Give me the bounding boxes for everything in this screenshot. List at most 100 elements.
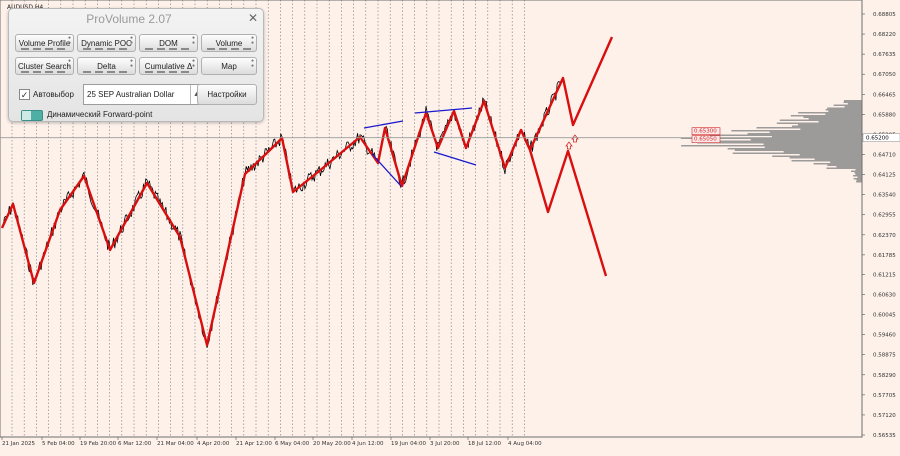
auto-select-checkbox[interactable]: ✓	[19, 89, 30, 100]
price-axis: 0.68805 0.68220 0.67635 0.67050 0.66465 0.658…	[691, 12, 900, 439]
chart-canvas[interactable]: 0.68805 0.68220 0.67635 0.67050 0.66465 0.658…	[0, 0, 900, 451]
volume-profile-bar	[789, 157, 862, 159]
volume-profile-bar	[681, 145, 862, 147]
volume-profile-bar	[836, 166, 862, 168]
volume-profile-bar	[818, 121, 862, 123]
time-tick-label: 4 Aug 04:00	[508, 441, 542, 447]
volume-profile-bar	[852, 175, 862, 177]
volume-profile-bar	[830, 161, 862, 163]
volume-profile-bar	[825, 113, 862, 115]
time-tick-label: 3 Jul 20:00	[430, 441, 460, 447]
volume-profile-bar	[731, 130, 862, 132]
dots-icon: ● ●	[67, 58, 71, 69]
price-tick-label: 0.65880	[873, 112, 896, 118]
volume-profile-bar	[747, 133, 862, 135]
settings-bar-icon	[83, 48, 130, 50]
provolume-panel[interactable]: ProVolume 2.07 ✕ Volume Profile ● ● Dynam…	[8, 8, 264, 122]
price-tick-label: 0.57120	[873, 413, 896, 419]
volume-profile-bar	[843, 100, 862, 102]
volume-profile-bar	[727, 148, 862, 150]
button-label: Volume Profile	[18, 39, 71, 48]
dom-button[interactable]: DOM ● ●	[139, 34, 198, 52]
dots-icon: ● ●	[250, 35, 254, 46]
volume-profile-bar	[769, 131, 862, 133]
settings-button[interactable]: Настройки	[197, 84, 257, 105]
button-label: Dynamic POC	[81, 39, 132, 48]
dots-icon: ● ●	[250, 58, 254, 69]
volume-profile-bar	[855, 169, 862, 171]
volume-profile-bar	[715, 140, 862, 142]
volume-profile-bar	[763, 143, 862, 145]
map-button[interactable]: Map ● ●	[201, 57, 257, 75]
dots-icon: ● ●	[129, 58, 133, 69]
settings-bar-icon	[145, 71, 192, 73]
auto-select-label: Автовыбор	[33, 90, 74, 99]
volume-profile-bar	[856, 179, 862, 181]
volume-profile-bar	[854, 172, 862, 174]
volume-profile-button[interactable]: Volume Profile ● ●	[15, 34, 74, 52]
volume-button[interactable]: Volume ● ●	[201, 34, 257, 52]
volume-profile-bar	[750, 139, 862, 141]
volume-profile-bar	[843, 101, 862, 103]
price-tick-label: 0.62955	[873, 213, 896, 219]
time-tick-label: 18 Jul 12:00	[468, 441, 501, 447]
volume-profile-bar	[813, 163, 862, 165]
price-tick-label: 0.58290	[873, 373, 896, 379]
checkbox-icon: ✓	[20, 90, 29, 100]
time-tick-label: 21 Jan 2025	[2, 441, 35, 447]
time-tick-label: 6 May 04:00	[275, 441, 310, 447]
button-label: Настройки	[207, 90, 247, 99]
volume-profile-bar	[814, 158, 862, 160]
price-tick-label: 0.56535	[873, 433, 896, 439]
volume-profile-bar	[776, 122, 862, 124]
button-label: Volume	[215, 39, 243, 48]
button-label: Delta	[97, 62, 116, 71]
close-icon[interactable]: ✕	[248, 11, 258, 25]
cumulative-delta-button[interactable]: Cumulative Δ ● ●	[139, 57, 198, 75]
volume-profile-bar	[732, 152, 862, 154]
volume-profile-bar	[853, 178, 862, 180]
price-tick-label: 0.59460	[873, 333, 896, 339]
time-tick-label: 19 Feb 20:00	[80, 441, 117, 447]
wave-forecast-alt	[528, 149, 608, 277]
volume-profile-bar	[855, 173, 862, 175]
volume-profile-bar	[833, 104, 862, 106]
price-tick-label: 0.68220	[873, 32, 896, 38]
trend-line	[363, 120, 404, 129]
delta-button[interactable]: Delta ● ●	[77, 57, 136, 75]
price-level-label: 0.65050	[694, 137, 717, 143]
volume-profile-bar	[827, 164, 862, 166]
price-tick-label: 0.58875	[873, 353, 896, 359]
price-tick-label: 0.64710	[873, 153, 896, 159]
toggle-icon[interactable]	[21, 110, 43, 121]
price-tick-label: 0.67635	[873, 52, 896, 58]
price-tick-label: 0.67050	[873, 72, 896, 78]
arrow-down-icon	[565, 141, 573, 150]
price-level-label: 0.65300	[694, 129, 717, 135]
settings-bar-icon	[207, 48, 251, 50]
settings-bar-icon	[145, 48, 192, 50]
dynamic-poc-button[interactable]: Dynamic POC ● ●	[77, 34, 136, 52]
settings-bar-icon	[21, 71, 68, 73]
trend-line	[433, 151, 477, 166]
button-label: Cluster Search	[18, 62, 71, 71]
volume-profile-bar	[825, 109, 862, 111]
volume-profile-bar	[797, 124, 862, 126]
price-tick-label: 0.64125	[873, 173, 896, 179]
volume-profile-bar	[808, 118, 862, 120]
time-tick-label: 4 Apr 20:00	[197, 441, 230, 447]
time-tick-label: 21 Mar 04:00	[157, 441, 194, 447]
volume-profile-bar	[772, 155, 862, 157]
volume-profile-bar	[857, 176, 862, 178]
settings-bar-icon	[83, 71, 130, 73]
price-tick-label: 0.60045	[873, 313, 896, 319]
dots-icon: ● ●	[67, 35, 71, 46]
time-axis: 21 Jan 2025 5 Feb 04:00 19 Feb 20:00 6 Mar …	[1, 437, 542, 447]
cluster-search-button[interactable]: Cluster Search ● ●	[15, 57, 74, 75]
volume-profile-bar	[764, 146, 862, 148]
dots-icon: ● ●	[191, 35, 195, 46]
instrument-select-value: 25 SEP Australian Dollar	[87, 90, 175, 99]
button-label: Map	[221, 62, 237, 71]
instrument-select[interactable]: 25 SEP Australian Dollar ▲	[83, 84, 203, 105]
volume-profile-bar	[790, 115, 862, 117]
